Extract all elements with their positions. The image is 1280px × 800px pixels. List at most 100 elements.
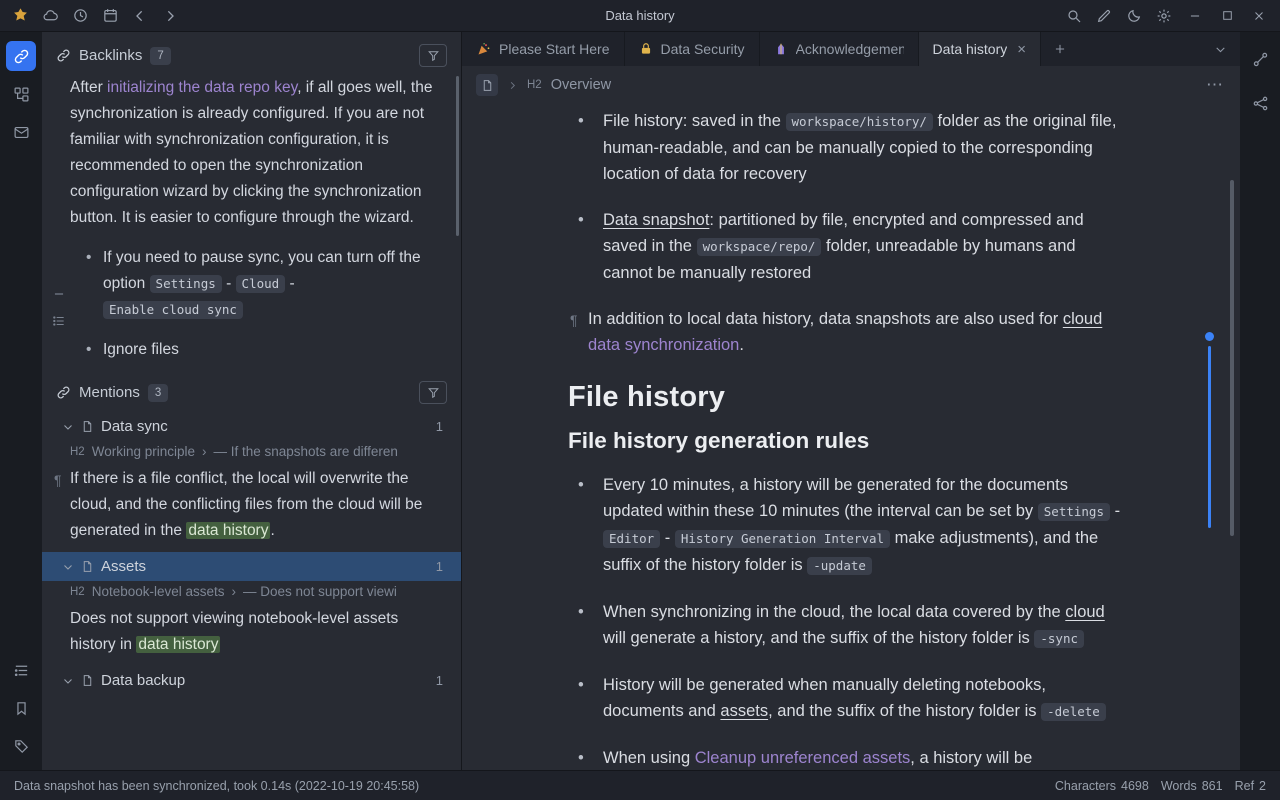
mention-breadcrumb[interactable]: H2 Notebook-level assets › — Does not su… — [42, 581, 461, 602]
status-message: Data snapshot has been synchronized, too… — [14, 779, 419, 793]
highlight-match: data history — [186, 522, 270, 539]
chevron-down-icon[interactable] — [62, 675, 74, 687]
ref-counter: Ref2 — [1235, 779, 1266, 793]
theme-moon-icon[interactable] — [1120, 3, 1148, 29]
close-button[interactable] — [1244, 3, 1274, 29]
document-content[interactable]: File history: saved in the workspace/his… — [462, 104, 1240, 770]
chevron-down-icon[interactable] — [62, 561, 74, 573]
words-counter: Words861 — [1161, 779, 1223, 793]
mentions-filter-button[interactable] — [419, 381, 447, 404]
doc-heading-1[interactable]: File history — [558, 384, 1124, 410]
mention-group-data-sync[interactable]: Data sync 1 — [42, 412, 461, 441]
mention-group-count: 1 — [436, 419, 443, 434]
mention-paragraph[interactable]: Does not support viewing notebook-level … — [42, 602, 461, 664]
sync-cloud-icon[interactable] — [36, 3, 64, 29]
search-icon[interactable] — [1060, 3, 1088, 29]
nav-back-icon[interactable] — [126, 3, 154, 29]
doc-list-item[interactable]: When synchronizing in the cloud, the loc… — [558, 599, 1124, 652]
kbd-cloud: Cloud — [236, 275, 286, 293]
backlink-paragraph[interactable]: After initializing the data repo key, if… — [42, 73, 461, 231]
inline-code: -delete — [1041, 703, 1106, 721]
mentions-count-badge: 3 — [148, 384, 168, 402]
settings-gear-icon[interactable] — [1150, 3, 1178, 29]
chevron-down-icon[interactable] — [62, 421, 74, 433]
highlight-match: data history — [136, 636, 220, 653]
scroll-focus-dot — [1205, 332, 1214, 341]
tab-close-icon[interactable]: × — [1017, 41, 1026, 58]
history-clock-icon[interactable] — [66, 3, 94, 29]
mention-group-data-backup[interactable]: Data backup 1 — [42, 666, 461, 695]
kbd-enable-cloud-sync: Enable cloud sync — [103, 301, 243, 319]
graph-dock-icon[interactable] — [1245, 44, 1275, 74]
tag-dock-icon[interactable] — [6, 731, 36, 761]
backlinks-count-badge: 7 — [150, 47, 170, 65]
tab-data-history[interactable]: Data history × — [919, 32, 1041, 66]
breadcrumb-separator — [507, 80, 518, 91]
backlinks-dock-icon[interactable] — [6, 41, 36, 71]
tab-please-start-here[interactable]: Please Start Here — [462, 32, 625, 66]
file-tree-dock-icon[interactable] — [6, 79, 36, 109]
backlinks-title: Backlinks — [79, 47, 142, 64]
tab-acknowledgements[interactable]: Acknowledgemen — [760, 32, 919, 66]
breadcrumb-separator: › — [202, 444, 207, 459]
daily-note-calendar-icon[interactable] — [96, 3, 124, 29]
inline-code: -update — [807, 557, 872, 575]
mention-group-name: Data sync — [101, 418, 168, 435]
mention-group-count: 1 — [436, 673, 443, 688]
block-ref-link[interactable]: Cleanup unreferenced assets — [695, 749, 911, 767]
maximize-button[interactable] — [1212, 3, 1242, 29]
document-icon — [81, 420, 94, 433]
mentions-title: Mentions — [79, 384, 140, 401]
app-logo-icon[interactable] — [6, 3, 34, 29]
inline-code: -sync — [1034, 630, 1084, 648]
mention-breadcrumb[interactable]: H2 Working principle › — If the snapshot… — [42, 441, 461, 462]
block-ref-link[interactable]: data synchronization — [588, 336, 739, 354]
backlink-list-item[interactable]: Ignore files — [42, 337, 461, 363]
inbox-mail-dock-icon[interactable] — [6, 117, 36, 147]
minimize-button[interactable] — [1180, 3, 1210, 29]
backlinks-filter-button[interactable] — [419, 44, 447, 67]
document-icon[interactable] — [476, 74, 498, 96]
doc-emoji-icon — [476, 42, 491, 57]
kbd-editor: Editor — [603, 530, 660, 548]
right-dock — [1240, 32, 1280, 770]
mention-group-assets[interactable]: Assets 1 — [42, 552, 461, 581]
mention-paragraph[interactable]: ¶ If there is a file conflict, the local… — [42, 462, 461, 550]
lock-icon — [639, 42, 653, 56]
doc-list-item[interactable]: When using Cleanup unreferenced assets, … — [558, 745, 1124, 770]
doc-heading-2[interactable]: File history generation rules — [558, 428, 1124, 454]
doc-list-item[interactable]: History will be generated when manually … — [558, 672, 1124, 725]
edit-pencil-icon[interactable] — [1090, 3, 1118, 29]
ref-underline[interactable]: assets — [720, 702, 768, 720]
more-options-icon[interactable]: ⋯ — [1206, 75, 1224, 95]
ref-underline[interactable]: Data snapshot — [603, 211, 709, 229]
outline-dock-icon[interactable] — [6, 655, 36, 685]
tab-data-security[interactable]: Data Security — [625, 32, 760, 66]
backlinks-panel: Backlinks 7 After initializing the data … — [42, 32, 462, 770]
new-tab-button[interactable] — [1041, 32, 1079, 66]
app-window: Data history — [0, 0, 1280, 800]
tab-bar: Please Start Here Data Security Acknowle… — [462, 32, 1240, 66]
doc-paragraph[interactable]: ¶ In addition to local data history, dat… — [558, 306, 1124, 358]
hands-icon — [774, 42, 788, 56]
bookmark-dock-icon[interactable] — [6, 693, 36, 723]
mention-group-name: Data backup — [101, 672, 185, 689]
doc-list-item[interactable]: Data snapshot: partitioned by file, encr… — [558, 207, 1124, 286]
backlink-list-item[interactable]: If you need to pause sync, you can turn … — [42, 245, 461, 323]
mention-link-icon — [56, 385, 71, 400]
paragraph-icon: ¶ — [570, 307, 578, 333]
doc-list-item[interactable]: Every 10 minutes, a history will be gene… — [558, 472, 1124, 579]
global-graph-dock-icon[interactable] — [1245, 88, 1275, 118]
tab-list-chevron-icon[interactable] — [1200, 32, 1240, 66]
doc-list-item[interactable]: File history: saved in the workspace/his… — [558, 108, 1124, 187]
ref-underline[interactable]: cloud — [1063, 310, 1102, 328]
nav-forward-icon[interactable] — [156, 3, 184, 29]
breadcrumb-heading[interactable]: Overview — [551, 77, 611, 93]
panel-scrollbar[interactable] — [456, 76, 459, 236]
block-ref-link[interactable]: initializing the data repo key — [107, 79, 297, 96]
ref-underline[interactable]: cloud — [1065, 603, 1104, 621]
editor-scrollbar[interactable] — [1230, 180, 1234, 536]
inline-code: workspace/history/ — [786, 113, 933, 131]
kbd-history-generation-interval: History Generation Interval — [675, 530, 890, 548]
titlebar: Data history — [0, 0, 1280, 32]
